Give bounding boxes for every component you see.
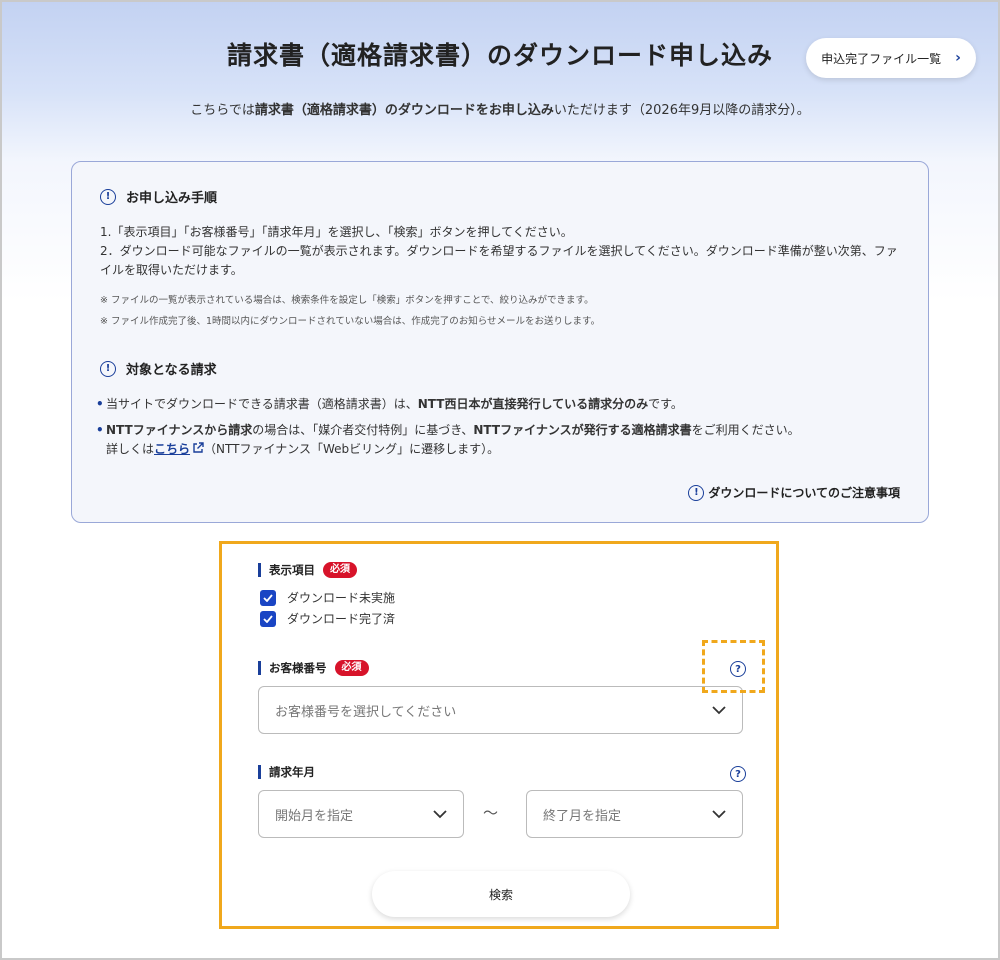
customer-number-label: お客様番号 必須 [258,660,369,676]
checkbox-downloaded[interactable]: ダウンロード完了済 [260,610,395,627]
target-bullet-1: 当サイトでダウンロードできる請求書（適格請求書）は、NTT西日本が直接発行してい… [96,395,886,414]
bullet-2-line2-end: （NTTファイナンス「Webビリング」に遷移します）。 [204,442,500,456]
chevron-down-icon [712,705,726,714]
done-file-list-label: 申込完了ファイル一覧 [821,51,942,66]
end-month-placeholder: 終了月を指定 [543,808,622,824]
bullet-2-line2-text: 詳しくは [106,442,155,456]
bullet-2-emphasis-2: NTTファイナンスが発行する適格請求書 [473,423,692,437]
help-icon-highlight [702,640,765,693]
procedure-step-1: 1.「表示項目」「お客様番号」「請求年月」を選択し、「検索」ボタンを押してくださ… [100,225,573,239]
required-badge: 必須 [323,562,357,578]
billing-month-label-text: 請求年月 [269,765,315,779]
checkbox-checked-icon[interactable] [260,610,276,627]
subtitle-emphasis: 請求書（適格請求書）のダウンロードをお申し込み [254,103,554,118]
bullet-2-text-end: をご利用ください。 [691,423,800,437]
checkbox-checked-icon[interactable] [260,589,276,606]
checkbox-downloaded-label: ダウンロード完了済 [287,612,396,626]
start-month-select[interactable]: 開始月を指定 [258,790,464,838]
end-month-select[interactable]: 終了月を指定 [526,790,743,838]
bullet-2-emphasis-1: NTTファイナンスから請求 [106,423,253,437]
bullet-1-text-end: です。 [648,397,683,411]
checkbox-not-downloaded-label: ダウンロード未実施 [287,591,396,605]
billing-month-label: 請求年月 [258,765,315,779]
ntt-finance-link[interactable]: こちら [154,442,190,456]
chevron-down-icon [433,809,447,818]
chevron-right-icon: › [955,50,961,66]
billing-month-help-icon[interactable]: ? [730,766,746,782]
customer-number-placeholder: お客様番号を選択してください [275,704,457,720]
checkbox-not-downloaded[interactable]: ダウンロード未実施 [260,589,395,606]
target-heading-text: 対象となる請求 [126,363,217,378]
bullet-1-emphasis: NTT西日本が直接発行している請求分のみ [417,397,649,411]
external-link-icon [193,442,204,453]
target-heading: ! 対象となる請求 [100,359,217,378]
download-caution-text: ダウンロードについてのご注意事項 [708,486,900,500]
chevron-down-icon [712,809,726,818]
search-form: 表示項目 必須 ダウンロード未実施 ダウンロード完了済 お客様番号 必須 ? お… [219,541,779,929]
required-badge: 必須 [334,660,369,676]
procedure-heading: ! お申し込み手順 [100,187,217,206]
subtitle-text-end: いただけます（2026年9月以降の請求分）。 [553,103,810,118]
search-button[interactable]: 検索 [372,871,630,917]
procedure-note-2: ※ ファイル作成完了後、1時間以内にダウンロードされていない場合は、作成完了のお… [100,316,601,327]
done-file-list-button[interactable]: 申込完了ファイル一覧 › [806,38,976,78]
download-caution-link[interactable]: ! ダウンロードについてのご注意事項 [688,484,900,501]
bullet-1-text: 当サイトでダウンロードできる請求書（適格請求書）は、 [106,397,418,411]
procedure-step-2: 2．ダウンロード可能なファイルの一覧が表示されます。ダウンロードを希望するファイ… [100,244,898,277]
exclamation-icon: ! [100,188,116,205]
procedure-note-1: ※ ファイルの一覧が表示されている場合は、検索条件を設定し「検索」ボタンを押すこ… [100,295,594,306]
start-month-placeholder: 開始月を指定 [275,808,354,824]
page-subtitle: こちらでは請求書（適格請求書）のダウンロードをお申し込みいただけます（2026年… [0,99,1000,118]
procedure-heading-text: お申し込み手順 [126,191,218,206]
instructions-panel: ! お申し込み手順 1.「表示項目」「お客様番号」「請求年月」を選択し、「検索」… [71,161,929,523]
display-items-label: 表示項目 必須 [258,562,357,578]
exclamation-icon: ! [100,360,116,377]
range-separator: 〜 [483,804,499,822]
exclamation-icon: ! [688,484,705,501]
customer-number-label-text: お客様番号 [269,661,327,675]
bullet-2-text: の場合は、「媒介者交付特例」に基づき、 [252,423,474,437]
display-items-label-text: 表示項目 [269,563,315,577]
customer-number-select[interactable]: お客様番号を選択してください [258,686,743,734]
target-bullet-2: NTTファイナンスから請求の場合は、「媒介者交付特例」に基づき、NTTファイナン… [96,421,886,459]
subtitle-text: こちらでは [190,103,255,118]
